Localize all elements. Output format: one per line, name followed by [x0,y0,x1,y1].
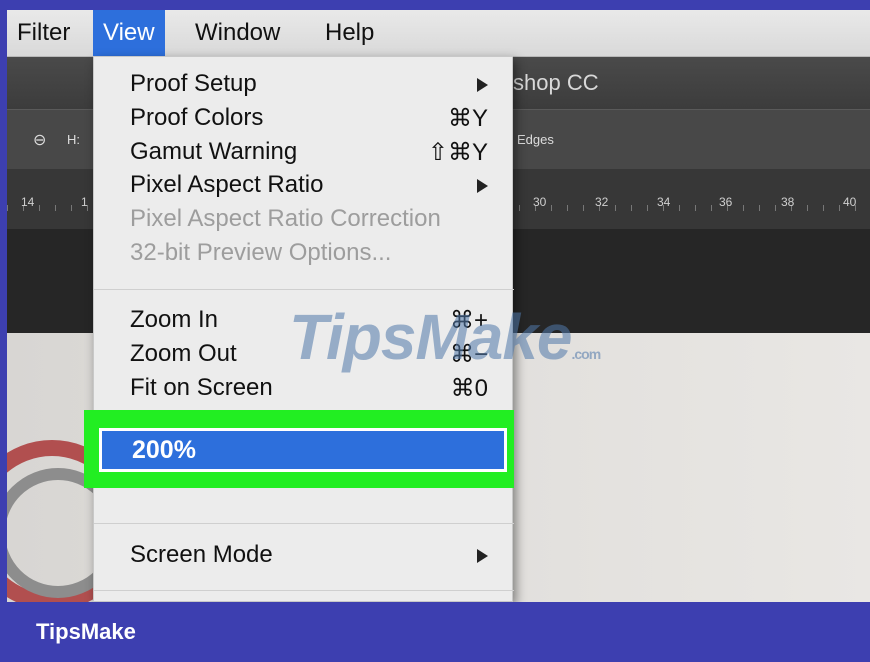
ruler-label: 38 [781,195,795,209]
menu-item-label: Screen Mode [130,541,273,568]
menu-separator [94,289,514,290]
link-icon[interactable]: ⊖ [33,130,46,150]
submenu-arrow-icon [477,78,488,92]
menu-item-label: Proof Setup [130,70,257,97]
shortcut-label: ⇧⌘Y [427,139,488,166]
menu-item-label: 200% [132,436,196,464]
menu-item-pixel-aspect-ratio-correction: Pixel Aspect Ratio Correction [94,205,514,239]
menu-view[interactable]: View [93,10,165,56]
menu-item-32bit-preview-options: 32-bit Preview Options... [94,239,514,273]
menu-item-label: 32-bit Preview Options... [130,239,392,266]
menu-item-label: Proof Colors [130,104,264,131]
menu-item-proof-setup[interactable]: Proof Setup [94,70,514,104]
ruler-label: 1 [81,195,88,209]
menu-filter[interactable]: Filter [7,10,80,56]
ruler-label: 40 [843,195,857,209]
footer-bar: TipsMake [0,602,870,662]
ruler-label: 34 [657,195,671,209]
menu-separator [94,590,514,591]
ruler-label: 32 [595,195,609,209]
menu-item-label: Gamut Warning [130,138,298,165]
shortcut-label: ⌘Y [447,105,488,132]
ruler-label: 36 [719,195,733,209]
footer-brand: TipsMake [36,619,136,644]
submenu-arrow-icon [477,179,488,193]
menu-item-screen-mode[interactable]: Screen Mode [94,541,514,575]
watermark: TipsMake.com [289,300,602,374]
ruler-label: 30 [533,195,547,209]
menu-item-fit-on-screen[interactable]: Fit on Screen ⌘0 [94,374,514,408]
menu-item-proof-colors[interactable]: Proof Colors ⌘Y [94,104,514,138]
shortcut-label: ⌘0 [450,375,488,402]
app-title: shop CC [513,70,599,95]
menu-bar: Filter View Window Help [7,10,870,57]
menu-item-200-percent[interactable]: 200% [102,431,504,469]
menu-item-label: Pixel Aspect Ratio Correction [130,205,441,232]
menu-item-label: Zoom Out [130,340,237,367]
watermark-text: TipsMake [289,301,572,373]
menu-help[interactable]: Help [315,10,384,56]
height-label: H: [67,132,80,147]
menu-separator [94,523,514,524]
menu-item-label: Fit on Screen [130,374,273,401]
edges-label[interactable]: Edges [517,132,554,147]
screenshot-stage: Filter View Window Help shop CC ⊖ H: Edg… [7,10,870,602]
menu-item-label: Pixel Aspect Ratio [130,171,324,198]
ruler-label: 14 [21,195,35,209]
watermark-suffix: .com [571,346,602,362]
menu-item-label: Zoom In [130,306,219,333]
menu-item-gamut-warning[interactable]: Gamut Warning ⇧⌘Y [94,138,514,172]
menu-window[interactable]: Window [185,10,290,56]
submenu-arrow-icon [477,549,488,563]
menu-item-pixel-aspect-ratio[interactable]: Pixel Aspect Ratio [94,171,514,205]
